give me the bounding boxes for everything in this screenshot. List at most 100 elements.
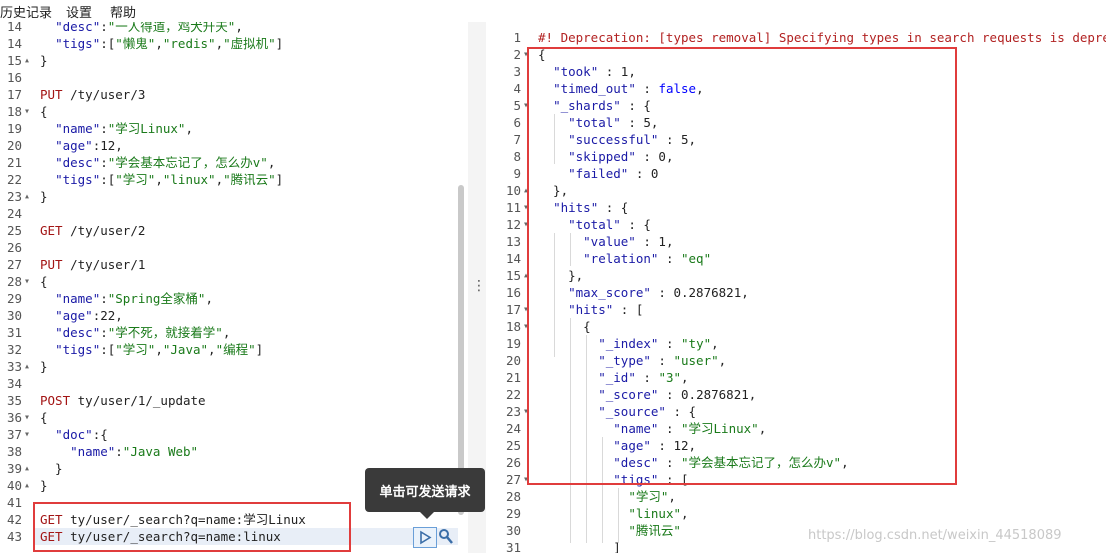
code-token: "redis" — [162, 36, 216, 51]
code-token: "age" — [55, 308, 93, 323]
code-line: "desc":"学不死，就接着学", — [40, 324, 230, 341]
fold-toggle-icon[interactable]: ▴ — [24, 477, 30, 494]
line-number: 32 — [6, 342, 22, 357]
fold-toggle-icon[interactable]: ▴ — [24, 460, 30, 477]
line-number: 27 — [505, 472, 521, 487]
line-number: 30 — [6, 308, 22, 323]
line-number: 20 — [505, 353, 521, 368]
fold-toggle-icon[interactable]: ▾ — [24, 103, 30, 120]
code-token: "desc" — [55, 325, 101, 340]
send-request-tooltip: 单击可发送请求 — [365, 468, 485, 519]
line-number: 16 — [505, 285, 521, 300]
menu-settings[interactable]: 设置 — [66, 2, 92, 21]
line-number: 29 — [505, 506, 521, 521]
code-token: POST — [40, 393, 78, 408]
line-number: 36 — [6, 410, 22, 425]
code-token: } — [40, 461, 63, 476]
code-token: :22, — [92, 308, 123, 323]
code-line: { — [40, 103, 48, 120]
code-token: "学习" — [115, 172, 156, 187]
code-line: "doc":{ — [40, 426, 108, 443]
line-number: 17 — [505, 302, 521, 317]
code-token: "Java" — [162, 342, 209, 357]
line-number: 34 — [6, 376, 22, 391]
line-number: 40 — [6, 478, 22, 493]
code-token: { — [40, 104, 48, 119]
code-line: "linux", — [538, 505, 688, 522]
line-number: 28 — [505, 489, 521, 504]
fold-toggle-icon[interactable]: ▴ — [24, 52, 30, 69]
code-token: "tigs" — [55, 342, 101, 357]
line-number: 14 — [6, 22, 22, 34]
line-number: 42 — [6, 512, 22, 527]
code-token: , — [267, 155, 276, 170]
line-number: 5 — [513, 98, 521, 113]
drag-handle-icon[interactable]: ⋮ — [472, 278, 486, 294]
line-number: 43 — [6, 529, 22, 544]
fold-toggle-icon[interactable]: ▾ — [24, 273, 30, 290]
code-line: } — [40, 477, 48, 494]
code-token: "desc" — [55, 22, 101, 34]
code-line: POST ty/user/1/_update — [40, 392, 206, 409]
line-number: 25 — [505, 438, 521, 453]
code-line: } — [40, 188, 48, 205]
menu-history[interactable]: 历史记录 — [0, 2, 52, 21]
code-token: "age" — [55, 138, 93, 153]
code-token: PUT — [40, 257, 71, 272]
code-token: , — [155, 342, 163, 357]
code-token: : — [100, 291, 108, 306]
code-token: "编程" — [215, 342, 256, 357]
code-token: "学习" — [115, 342, 156, 357]
code-token: , — [205, 291, 213, 306]
code-token: ] — [275, 36, 284, 51]
fold-toggle-icon[interactable]: ▴ — [24, 358, 30, 375]
code-line: "name":"Spring全家桶", — [40, 290, 213, 307]
line-number: 25 — [6, 223, 22, 238]
code-token: } — [40, 189, 48, 204]
code-token: "name" — [70, 444, 116, 459]
code-line: GET /ty/user/2 — [40, 222, 145, 239]
code-line: "tigs":["学习","Java","编程"] — [40, 341, 263, 358]
code-token: /ty/user/2 — [70, 223, 146, 238]
wrench-icon[interactable] — [437, 527, 455, 546]
code-line: } — [40, 52, 48, 69]
line-number: 14 — [6, 36, 22, 51]
fold-toggle-icon[interactable]: ▾ — [24, 409, 30, 426]
fold-toggle-icon[interactable]: ▴ — [24, 188, 30, 205]
code-token: , — [155, 36, 163, 51]
play-icon — [420, 530, 432, 545]
line-number: 33 — [6, 359, 22, 374]
line-number: 27 — [6, 257, 22, 272]
code-line: #! Deprecation: [types removal] Specifyi… — [538, 29, 1106, 46]
code-line: "desc":"学会基本忘记了，怎么办v", — [40, 154, 275, 171]
line-number: 22 — [6, 172, 22, 187]
fold-toggle-icon[interactable]: ▾ — [24, 426, 30, 443]
code-token: , — [185, 121, 193, 136]
line-number: 7 — [513, 132, 521, 147]
code-token: , — [208, 342, 216, 357]
line-number: 11 — [505, 200, 521, 215]
line-number: 8 — [513, 149, 521, 164]
menu-help[interactable]: 帮助 — [110, 2, 136, 21]
send-request-button[interactable] — [413, 527, 437, 548]
code-token: "desc" — [55, 155, 101, 170]
left-scrollbar[interactable] — [458, 185, 464, 515]
line-number: 18 — [6, 104, 22, 119]
code-token: { — [40, 274, 48, 289]
watermark-text: https://blog.csdn.net/weixin_44518089 — [808, 528, 1062, 543]
code-token: "懒鬼" — [115, 36, 156, 51]
line-number: 24 — [505, 421, 521, 436]
code-line: PUT /ty/user/3 — [40, 86, 145, 103]
indent-guide — [618, 488, 619, 543]
line-number: 21 — [505, 370, 521, 385]
code-line: "age":12, — [40, 137, 123, 154]
